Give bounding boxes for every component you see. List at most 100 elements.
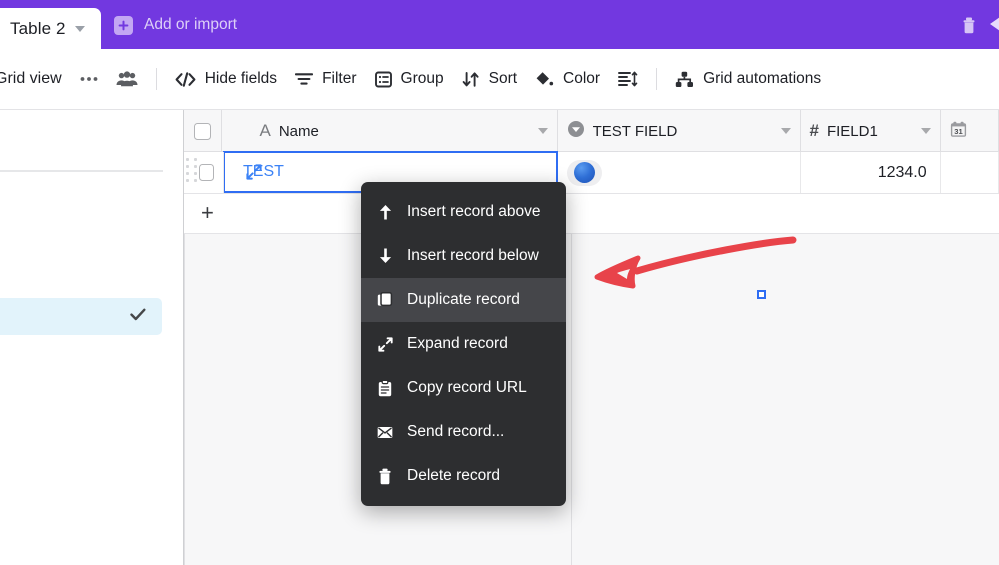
chevron-down-icon[interactable] <box>780 128 791 134</box>
menu-item-label: Send record... <box>407 423 505 440</box>
cell-field1[interactable]: 1234.0 <box>801 152 941 193</box>
sidebar-divider <box>0 170 163 172</box>
add-record-row[interactable]: + <box>184 194 999 234</box>
arrow-up-icon <box>377 204 393 220</box>
grid-area: A Name TEST FIELD # FIELD1 31 TEST 1234.… <box>184 110 999 565</box>
color-button[interactable]: Color <box>526 62 609 96</box>
expand-record-icon[interactable] <box>246 164 262 185</box>
filter-label: Filter <box>322 70 357 87</box>
color-label: Color <box>563 70 601 87</box>
envelope-icon <box>377 426 393 439</box>
menu-item-label: Insert record below <box>407 247 539 264</box>
cell-selection-handle[interactable] <box>757 290 766 299</box>
toolbar-divider-1 <box>155 68 157 90</box>
record-context-menu: Insert record above Insert record below … <box>361 182 566 506</box>
collaborators-button[interactable] <box>107 62 147 96</box>
menu-item-insert-record-above[interactable]: Insert record above <box>361 190 566 234</box>
chevron-down-icon[interactable] <box>920 128 931 134</box>
single-select-icon <box>567 120 585 142</box>
group-icon <box>374 71 392 88</box>
row-select-cell[interactable] <box>184 152 224 193</box>
column-header-date[interactable]: 31 <box>941 110 999 152</box>
menu-item-label: Expand record <box>407 335 508 352</box>
code-slash-icon <box>175 71 196 87</box>
expand-icon <box>377 336 393 352</box>
ellipsis-icon <box>80 76 98 82</box>
sort-icon <box>462 71 480 87</box>
menu-item-label: Insert record above <box>407 203 541 220</box>
cell-field1-value: 1234.0 <box>877 163 927 181</box>
chevron-down-icon[interactable] <box>74 25 85 32</box>
hide-fields-label: Hide fields <box>204 70 278 87</box>
trash-icon[interactable] <box>960 16 978 35</box>
drag-handle-icon[interactable] <box>186 158 197 188</box>
sort-button[interactable]: Sort <box>453 62 526 96</box>
grid-left-border <box>184 234 185 565</box>
clipboard-icon <box>377 379 393 397</box>
checkbox-icon[interactable] <box>194 122 212 140</box>
plus-icon[interactable]: + <box>201 202 214 224</box>
column-header-test-field-label: TEST FIELD <box>592 122 678 140</box>
text-field-icon: A <box>259 121 271 140</box>
duplicate-icon <box>377 292 393 308</box>
trash-icon <box>377 468 393 485</box>
select-color-dot <box>573 162 595 183</box>
menu-item-duplicate-record[interactable]: Duplicate record <box>361 278 566 322</box>
menu-item-label: Copy record URL <box>407 379 527 396</box>
menu-item-delete-record[interactable]: Delete record <box>361 454 566 498</box>
table-tab-active[interactable]: Table 2 <box>0 8 101 49</box>
grid-automations-label: Grid automations <box>703 70 822 87</box>
table-row[interactable]: TEST 1234.0 <box>184 151 999 194</box>
menu-item-copy-record-url[interactable]: Copy record URL <box>361 366 566 410</box>
sidebar-item-selected[interactable] <box>0 298 162 335</box>
menu-item-send-record[interactable]: Send record... <box>361 410 566 454</box>
row-checkbox[interactable] <box>199 164 214 181</box>
number-field-icon: # <box>809 121 819 140</box>
top-bar: Table 2 Add or import <box>0 0 999 49</box>
svg-text:31: 31 <box>954 126 963 135</box>
view-more-button[interactable] <box>71 62 107 96</box>
select-pill <box>566 159 602 186</box>
grid-header-row: A Name TEST FIELD # FIELD1 31 <box>184 110 999 152</box>
grid-automations-button[interactable]: Grid automations <box>666 62 830 96</box>
hide-fields-button[interactable]: Hide fields <box>166 62 286 96</box>
menu-item-insert-record-below[interactable]: Insert record below <box>361 234 566 278</box>
view-name-label: Grid view <box>0 70 62 87</box>
table-tab-label: Table 2 <box>10 18 66 38</box>
check-icon <box>130 308 146 325</box>
column-header-field1-label: FIELD1 <box>826 122 878 140</box>
arrow-down-icon <box>377 248 393 264</box>
chevron-down-icon[interactable] <box>537 128 548 134</box>
grid-column-divider <box>571 234 572 565</box>
column-header-test-field[interactable]: TEST FIELD <box>558 110 801 152</box>
menu-item-label: Duplicate record <box>407 291 520 308</box>
sort-label: Sort <box>488 70 518 87</box>
plus-square-icon <box>114 15 133 35</box>
chevron-left-icon[interactable] <box>986 14 999 34</box>
row-height-button[interactable] <box>609 62 647 96</box>
cell-test-field[interactable] <box>558 152 801 193</box>
filter-button[interactable]: Filter <box>286 62 365 96</box>
column-header-name-label: Name <box>278 122 319 140</box>
menu-item-expand-record[interactable]: Expand record <box>361 322 566 366</box>
cell-date[interactable] <box>941 152 999 193</box>
calendar-icon: 31 <box>950 121 967 142</box>
select-all-header[interactable] <box>184 110 223 152</box>
filter-icon <box>295 72 314 86</box>
add-or-import-label: Add or import <box>144 16 238 33</box>
group-button[interactable]: Group <box>366 62 453 96</box>
airtable-grid-app: Table 2 Add or import Grid view Hide fie… <box>0 0 999 565</box>
row-height-icon <box>618 71 638 87</box>
column-header-field1[interactable]: # FIELD1 <box>801 110 941 152</box>
automation-icon <box>675 71 694 88</box>
people-icon <box>116 70 138 88</box>
toolbar-divider-2 <box>656 68 658 90</box>
view-name-button[interactable]: Grid view <box>0 62 71 96</box>
add-or-import-button[interactable]: Add or import <box>114 13 237 37</box>
view-toolbar: Grid view Hide fields Filter Group Sort … <box>0 49 999 110</box>
paint-bucket-icon <box>535 71 554 88</box>
left-sidebar <box>0 110 184 565</box>
menu-item-label: Delete record <box>407 467 501 484</box>
group-label: Group <box>400 70 444 87</box>
column-header-name[interactable]: A Name <box>222 110 558 152</box>
